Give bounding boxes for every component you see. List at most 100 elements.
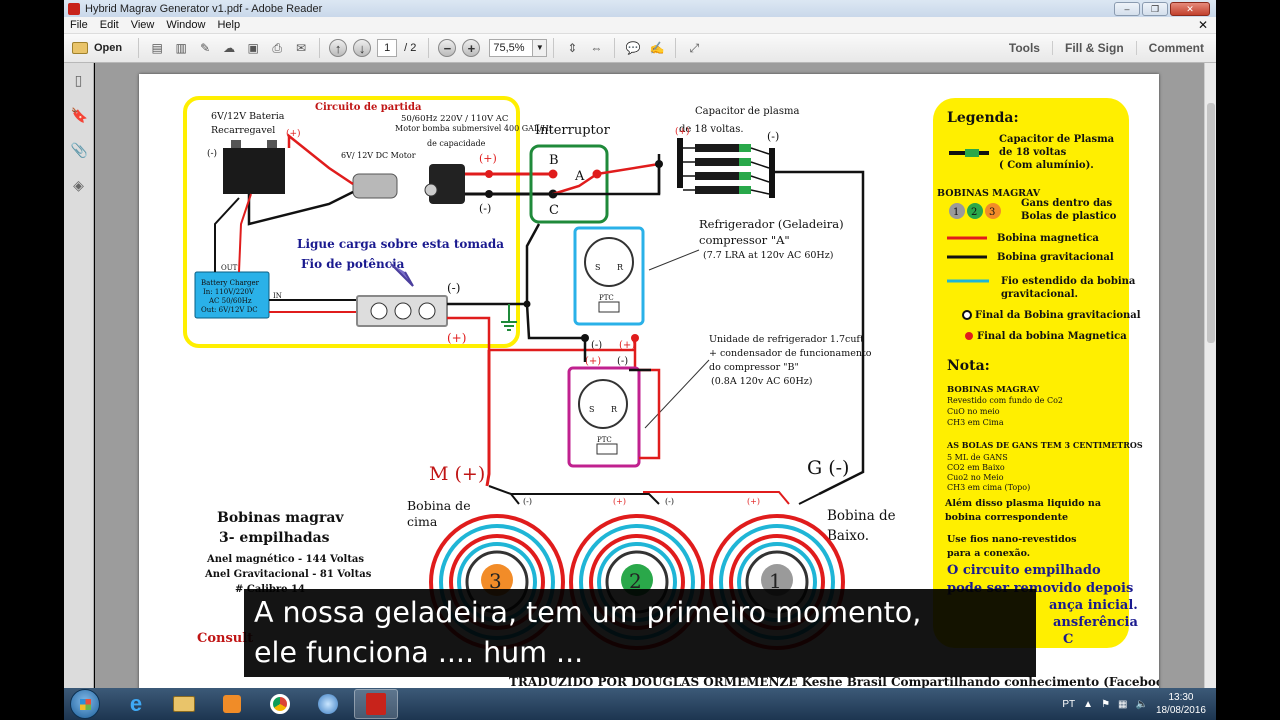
media-player-icon[interactable] (210, 689, 254, 719)
bookmarks-icon[interactable]: 🔖 (71, 107, 88, 123)
scrollbar-thumb[interactable] (1207, 103, 1215, 343)
battery-label-2: Recarregavel (211, 125, 275, 136)
chrome-icon[interactable] (258, 689, 302, 719)
fullscreen-icon[interactable]: ⤢ (685, 39, 703, 57)
charger-label-2: In: 110V/220V (203, 288, 255, 296)
outlet-minus: (-) (447, 281, 460, 295)
unit-label: Unidade de refrigerador 1.7cuft (709, 334, 864, 345)
coil-top-label-2: cima (407, 514, 438, 529)
legend-gans-2: Bolas de plastico (1021, 211, 1117, 222)
legend-cap-2: de 18 voltas (999, 147, 1067, 158)
m-plus-label: M (+) (429, 463, 485, 485)
menu-view[interactable]: View (125, 19, 161, 31)
legend-cap-3: ( Com alumínio). (999, 160, 1094, 171)
outlet-plus: (+) (447, 331, 466, 345)
edit-icon[interactable]: ✎ (196, 39, 214, 57)
fit-width-icon[interactable]: ⇔ (587, 39, 605, 57)
window-controls: – ❐ ✕ (1114, 1, 1210, 16)
tools-tab[interactable]: Tools (997, 41, 1052, 55)
note-4: CH3 em Cima (947, 418, 1004, 427)
tray-arrow-icon[interactable]: ▲ (1083, 699, 1093, 710)
attachments-icon[interactable]: 📎 (71, 142, 88, 158)
zoom-input[interactable]: 75,5% (489, 39, 534, 57)
battery-minus: (-) (207, 148, 217, 159)
charger-label-3: AC 50/60Hz (208, 297, 252, 305)
convert-icon[interactable]: ▥ (172, 39, 190, 57)
startup-circuit-label: Circuito de partida (315, 102, 422, 113)
note-10: Além disso plasma liquido na (944, 498, 1101, 509)
note-3: CuO no meio (947, 407, 1000, 416)
zoom-out-icon[interactable]: − (438, 39, 457, 57)
network-icon[interactable]: ▦ (1118, 699, 1127, 710)
zoom-in-icon[interactable]: + (462, 39, 481, 57)
email-icon[interactable]: ✉ (292, 39, 310, 57)
separator (614, 38, 616, 58)
menu-edit[interactable]: Edit (94, 19, 125, 31)
fit-page-icon[interactable]: ⇕ (563, 39, 581, 57)
flag-icon[interactable]: ⚑ (1101, 699, 1110, 710)
legend-title: Legenda: (947, 110, 1019, 126)
compressor-a-r: R (617, 263, 624, 272)
close-document-icon[interactable]: ✕ (1198, 18, 1208, 32)
note-17: ansferência (1053, 615, 1138, 630)
compressor-b-box (567, 366, 641, 468)
create-pdf-icon[interactable]: ▤ (148, 39, 166, 57)
adobe-reader-icon (68, 2, 80, 15)
note-6: 5 ML de GANS (947, 453, 1008, 462)
fill-sign-tab[interactable]: Fill & Sign (1051, 41, 1136, 55)
power-wire-label: Fio de potência (301, 257, 405, 271)
note-8: Cuo2 no Meio (947, 473, 1004, 482)
note-11: bobina correspondente (945, 512, 1068, 523)
network-app-icon[interactable] (306, 689, 350, 719)
note-16: ança inicial. (1049, 598, 1138, 613)
close-button[interactable]: ✕ (1170, 1, 1210, 16)
clock[interactable]: 13:30 18/08/2016 (1156, 691, 1206, 717)
open-button[interactable]: Open (64, 42, 132, 54)
compressor-b-plus: (+) (585, 356, 601, 367)
save-icon[interactable]: ▣ (244, 39, 262, 57)
pump-label-2: Motor bomba submersivel 400 GAL/Hr (395, 124, 553, 133)
switch-box (529, 144, 609, 224)
coil-minus-1: (-) (523, 497, 532, 506)
previous-page-icon[interactable]: ↑ (329, 39, 348, 57)
chevron-down-icon[interactable]: ▼ (533, 39, 548, 57)
unit-label-3: do compressor "B" (709, 362, 799, 373)
subtitle-line-2: ele funciona .... hum ... (254, 636, 584, 669)
legend-ball-1: 1 (953, 207, 959, 218)
menu-window[interactable]: Window (160, 19, 211, 31)
volume-icon[interactable]: 🔈 (1135, 699, 1147, 710)
upload-cloud-icon[interactable]: ☁ (220, 39, 238, 57)
legend-cap: Capacitor de Plasma (999, 134, 1115, 145)
compressor-b-minus: (-) (617, 356, 628, 367)
legend-ext: Fio estendido da bobina (1001, 276, 1136, 287)
language-indicator[interactable]: PT (1062, 699, 1075, 710)
menu-help[interactable]: Help (211, 19, 246, 31)
start-button[interactable] (70, 689, 100, 719)
menu-file[interactable]: File (64, 19, 94, 31)
minimize-button[interactable]: – (1114, 1, 1140, 16)
unit-label-4: (0.8A 120v AC 60Hz) (711, 376, 812, 387)
open-label: Open (94, 42, 123, 54)
page-thumbnails-icon[interactable]: ▯ (71, 72, 87, 88)
system-tray: PT ▲ ⚑ ▦ 🔈 13:30 18/08/2016 (1062, 691, 1216, 717)
folder-icon (72, 42, 88, 54)
next-page-icon[interactable]: ↓ (353, 39, 372, 57)
pump-label: 50/60Hz 220V / 110V AC (401, 114, 508, 124)
print-icon[interactable]: ⎙ (268, 39, 286, 57)
highlight-icon[interactable]: ✍ (648, 39, 666, 57)
page-number-input[interactable]: 1 (377, 39, 398, 57)
vertical-scrollbar[interactable] (1204, 63, 1216, 688)
coil-top-label: Bobina de (407, 498, 471, 513)
layers-icon[interactable]: ◈ (71, 177, 87, 193)
legend-ball-3: 3 (989, 207, 995, 218)
restore-button[interactable]: ❐ (1142, 1, 1168, 16)
toolbar: Open ▤ ▥ ✎ ☁ ▣ ⎙ ✉ ↑ ↓ 1 / 2 − + 75,5% ▼… (64, 34, 1216, 63)
comment-tab[interactable]: Comment (1135, 41, 1216, 55)
legend-end-grav: Final da Bobina gravitacional (975, 310, 1141, 321)
internet-explorer-icon[interactable]: e (114, 689, 158, 719)
comment-icon[interactable]: 💬 (624, 39, 642, 57)
adobe-reader-taskbar-icon[interactable] (354, 689, 398, 719)
legend-grav: Bobina gravitacional (997, 252, 1114, 263)
file-explorer-icon[interactable] (162, 689, 206, 719)
pump-label-3: de capacidade (427, 139, 486, 148)
